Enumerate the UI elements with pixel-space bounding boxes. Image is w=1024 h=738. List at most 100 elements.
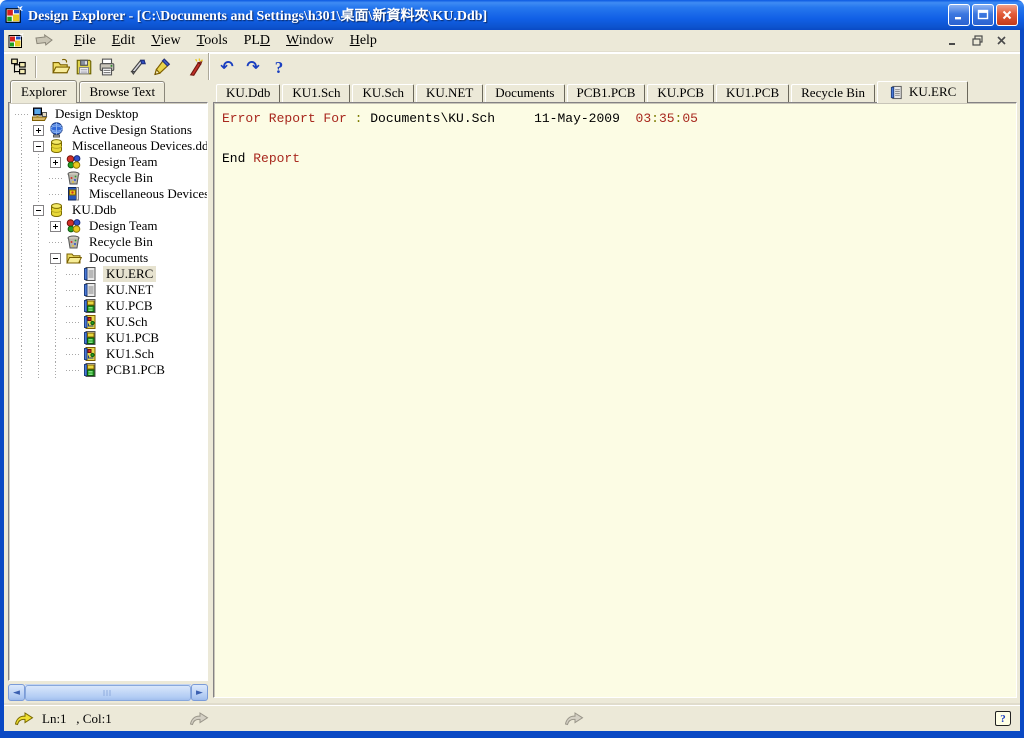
- forward-disabled-icon: [564, 711, 585, 726]
- expander-cell: [64, 362, 81, 378]
- cut-tool-button[interactable]: [127, 55, 150, 79]
- forward-disabled-icon: [189, 711, 210, 726]
- tree-item-miscellaneous-devices-ddb[interactable]: Miscellaneous Devices.ddb: [13, 138, 207, 154]
- menu-window[interactable]: Window: [278, 32, 342, 50]
- report-segment: 03: [636, 111, 652, 126]
- tree-item-recycle-bin[interactable]: Recycle Bin: [13, 234, 207, 250]
- cursor-position: Ln:1 , Col:1: [42, 711, 112, 727]
- doc-tab-label: KU.ERC: [909, 84, 956, 100]
- mdi-restore-button[interactable]: [967, 32, 988, 49]
- tree-item-label: Recycle Bin: [86, 170, 156, 186]
- tree-item-design-desktop[interactable]: Design Desktop: [13, 106, 207, 122]
- tree-guide-line: [30, 298, 47, 314]
- toggle-explorer-panel-button[interactable]: [8, 55, 31, 79]
- doc-tab-ku1-pcb[interactable]: KU1.PCB: [716, 84, 789, 102]
- expander-cell[interactable]: [30, 202, 47, 218]
- collapse-toggle[interactable]: [33, 141, 44, 152]
- tree-item-ku-erc[interactable]: KU.ERC: [13, 266, 207, 282]
- explorer-panel-tabs: ExplorerBrowse Text: [8, 81, 208, 102]
- doc-tab-ku-sch[interactable]: KU.Sch: [352, 84, 414, 102]
- help-button[interactable]: ?: [266, 55, 292, 79]
- scrollbar-thumb[interactable]: [25, 685, 191, 701]
- expander-cell[interactable]: [30, 138, 47, 154]
- tree-item-active-design-stations[interactable]: Active Design Stations: [13, 122, 207, 138]
- menu-tools[interactable]: Tools: [189, 32, 236, 50]
- tree-guide-line: [47, 346, 64, 362]
- mdi-window-controls: [943, 32, 1016, 49]
- menu-file[interactable]: File: [66, 32, 104, 50]
- tree-item-ku-ddb[interactable]: KU.Ddb: [13, 202, 207, 218]
- library-icon: [65, 186, 82, 202]
- tree-horizontal-scrollbar[interactable]: ◄ ►: [8, 684, 208, 701]
- mdi-close-button[interactable]: [991, 32, 1012, 49]
- tree-item-label: Recycle Bin: [86, 234, 156, 250]
- tree-guide-line: [13, 250, 30, 266]
- document-system-menu-icon[interactable]: [8, 33, 24, 49]
- scrollbar-track[interactable]: [25, 684, 191, 701]
- doc-tab-ku-erc[interactable]: KU.ERC: [877, 81, 968, 103]
- report-segment: 05: [682, 111, 698, 126]
- scroll-right-button[interactable]: ►: [191, 684, 208, 701]
- expander-cell[interactable]: [47, 154, 64, 170]
- expand-toggle[interactable]: [50, 221, 61, 232]
- tree-item-ku-net[interactable]: KU.NET: [13, 282, 207, 298]
- wizard-tool-button[interactable]: [182, 55, 205, 79]
- maximize-icon: [977, 9, 989, 21]
- menu-help[interactable]: Help: [342, 32, 385, 50]
- panel-tab-browse-text[interactable]: Browse Text: [79, 81, 165, 102]
- tree-item-recycle-bin[interactable]: Recycle Bin: [13, 170, 207, 186]
- client-menu-arrow-icon[interactable]: [34, 34, 56, 48]
- collapse-toggle[interactable]: [33, 205, 44, 216]
- save-document-button[interactable]: [73, 55, 96, 79]
- tree-item-ku1-sch[interactable]: KU1.Sch: [13, 346, 207, 362]
- tree-item-design-team[interactable]: Design Team: [13, 218, 207, 234]
- doc-tab-pcb1-pcb[interactable]: PCB1.PCB: [567, 84, 646, 102]
- maximize-button[interactable]: [972, 4, 994, 26]
- expand-toggle[interactable]: [33, 125, 44, 136]
- expander-cell[interactable]: [47, 218, 64, 234]
- error-report-document[interactable]: Error Report For : Documents\KU.Sch 11-M…: [213, 102, 1017, 698]
- toolbar-main-group: [4, 53, 209, 80]
- titlebar[interactable]: Design Explorer - [C:\Documents and Sett…: [0, 0, 1024, 30]
- redo-button[interactable]: ↷: [240, 55, 266, 79]
- menubar: FileEditViewToolsPLDWindowHelp: [4, 30, 1020, 52]
- tree-item-label: Miscellaneous Devices.ddb: [69, 138, 208, 154]
- expander-cell[interactable]: [47, 250, 64, 266]
- tree-item-miscellaneous-devices-lib[interactable]: Miscellaneous Devices.lib: [13, 186, 207, 202]
- tree-item-ku1-pcb[interactable]: KU1.PCB: [13, 330, 207, 346]
- scroll-left-button[interactable]: ◄: [8, 684, 25, 701]
- collapse-toggle[interactable]: [50, 253, 61, 264]
- doc-tab-ku-pcb[interactable]: KU.PCB: [647, 84, 714, 102]
- expander-cell[interactable]: [30, 122, 47, 138]
- context-help-button[interactable]: ?: [995, 711, 1011, 726]
- edit-tool-button[interactable]: [150, 55, 173, 79]
- doc-tab-label: KU1.Sch: [292, 85, 340, 101]
- doc-tab-ku-ddb[interactable]: KU.Ddb: [216, 84, 280, 102]
- toolbar-separator: [35, 56, 37, 78]
- menu-pld[interactable]: PLD: [236, 32, 278, 50]
- tree-item-label: Documents: [86, 250, 151, 266]
- doc-tab-ku1-sch[interactable]: KU1.Sch: [282, 84, 350, 102]
- undo-button[interactable]: ↶: [214, 55, 240, 79]
- menu-view[interactable]: View: [143, 32, 189, 50]
- menu-edit[interactable]: Edit: [104, 32, 143, 50]
- doc-tab-documents[interactable]: Documents: [485, 84, 564, 102]
- tree-guide-line: [13, 362, 30, 378]
- open-document-button[interactable]: [50, 55, 73, 79]
- panel-tab-explorer[interactable]: Explorer: [10, 80, 77, 103]
- doc-tab-ku-net[interactable]: KU.NET: [416, 84, 483, 102]
- mdi-minimize-button[interactable]: [943, 32, 964, 49]
- close-button[interactable]: [996, 4, 1018, 26]
- tree-item-documents[interactable]: Documents: [13, 250, 207, 266]
- doc-tab-recycle-bin[interactable]: Recycle Bin: [791, 84, 875, 102]
- expander-cell: [47, 186, 64, 202]
- print-button[interactable]: [96, 55, 119, 79]
- expand-toggle[interactable]: [50, 157, 61, 168]
- minimize-button[interactable]: [948, 4, 970, 26]
- tree-item-design-team[interactable]: Design Team: [13, 154, 207, 170]
- tree-item-pcb1-pcb[interactable]: PCB1.PCB: [13, 362, 207, 378]
- report-segment: [620, 111, 636, 126]
- project-tree[interactable]: Design DesktopActive Design StationsMisc…: [8, 102, 208, 681]
- tree-item-ku-sch[interactable]: KU.Sch: [13, 314, 207, 330]
- tree-item-ku-pcb[interactable]: KU.PCB: [13, 298, 207, 314]
